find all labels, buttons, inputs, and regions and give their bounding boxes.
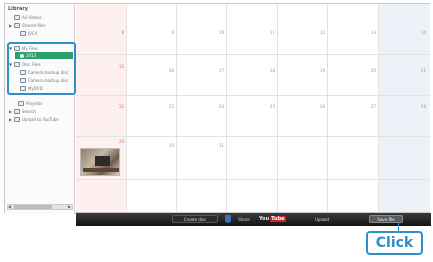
calendar-date[interactable]: 18 [263,68,275,73]
sidebar-highlight-frame [7,42,76,95]
sidebar: Library All Videos ▶ Shared files JVCV ▼… [5,4,76,214]
bottom-toolbar: Create disc Share You Tube Upload Save f… [76,213,431,226]
calendar-row-divider [76,95,430,96]
tree-item-upload[interactable]: ▶ Upload to YouTube [9,116,73,123]
calendar-date[interactable]: 29 [112,139,124,144]
calendar-date[interactable]: 15 [112,64,124,69]
calendar-row-divider [76,179,430,180]
sidebar-title: Library [8,6,29,12]
calendar-date[interactable]: 25 [263,104,275,109]
calendar-date[interactable]: 31 [212,143,224,148]
calendar-date[interactable]: 30 [162,143,174,148]
app-window: Library All Videos ▶ Shared files JVCV ▼… [4,3,431,226]
sidebar-horizontal-scrollbar[interactable]: ◀ ▶ [7,204,73,210]
calendar-date[interactable]: 19 [313,68,325,73]
tree-item-search[interactable]: ▶ Search [9,108,73,115]
calendar-date[interactable]: 23 [162,104,174,109]
calendar-date[interactable]: 14 [414,30,426,35]
disc-shield-icon[interactable] [225,215,231,223]
calendar-date[interactable]: 24 [212,104,224,109]
calendar-date[interactable]: 11 [263,30,275,35]
playlist-icon [18,101,24,106]
calendar-date[interactable]: 26 [313,104,325,109]
video-thumbnail[interactable] [80,148,120,176]
calendar-row-divider [76,54,430,55]
calendar-grid: 8 9 10 11 12 13 14 15 16 17 18 19 20 21 … [76,4,430,212]
calendar-date[interactable]: 20 [364,68,376,73]
calendar-date[interactable]: 12 [313,30,325,35]
scroll-right-arrow-icon[interactable]: ▶ [68,204,71,209]
calendar-date[interactable]: 13 [364,30,376,35]
calendar-date[interactable]: 8 [112,30,124,35]
folder-icon [14,23,20,28]
calendar-date[interactable]: 16 [162,68,174,73]
tree-item-shared[interactable]: ▶ Shared files [9,22,73,29]
create-disc-button[interactable]: Create disc [172,215,218,223]
scrollbar-thumb[interactable] [14,205,52,209]
calendar-date[interactable]: 21 [414,68,426,73]
youtube-logo-icon: Tube [270,216,286,222]
calendar-date[interactable]: 10 [212,30,224,35]
calendar-date[interactable]: 9 [162,30,174,35]
search-icon [14,109,20,114]
tree-item-playlists[interactable]: Playlists [13,100,73,107]
upload-button[interactable]: Upload [309,215,335,223]
tree-item-jvcv[interactable]: JVCV [15,30,73,37]
share-button[interactable]: Share [234,215,254,223]
library-icon [14,15,20,20]
device-icon [20,31,26,36]
youtube-logo-text: You [259,216,270,222]
tree-item-all-videos[interactable]: All Videos [9,14,73,21]
calendar-date[interactable]: 27 [364,104,376,109]
click-callout: Click [366,231,423,255]
upload-icon [14,117,20,122]
calendar-row-divider [76,136,430,137]
calendar-date[interactable]: 22 [112,104,124,109]
calendar-date[interactable]: 28 [414,104,426,109]
youtube-upload-button[interactable]: You Tube [259,215,286,223]
calendar-date[interactable]: 17 [212,68,224,73]
scroll-left-arrow-icon[interactable]: ◀ [8,204,11,209]
